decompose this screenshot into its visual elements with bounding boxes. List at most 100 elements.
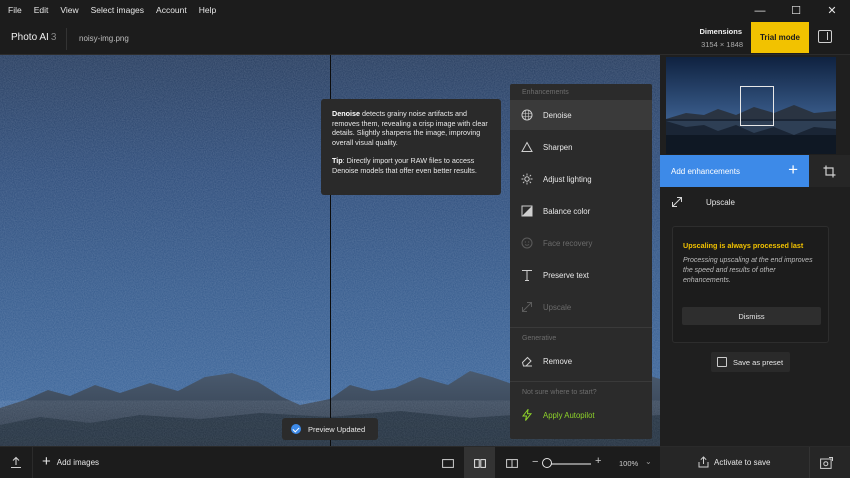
menu-edit[interactable]: Edit: [28, 0, 55, 21]
face-icon: [521, 237, 533, 249]
enh-label: Sharpen: [543, 142, 573, 152]
section-generative: Generative: [522, 335, 557, 342]
enh-item-preserve-text[interactable]: Preserve text: [510, 260, 652, 290]
enh-item-balance-color[interactable]: Balance color: [510, 196, 652, 226]
trial-mode-button[interactable]: Trial mode: [751, 22, 809, 53]
enh-item-denoise[interactable]: Denoise: [510, 100, 652, 130]
app-header: Photo AI 3 noisy-img.png Dimensions 3154 …: [0, 21, 850, 55]
side-by-side-view-button[interactable]: [464, 447, 495, 478]
enh-label: Denoise: [543, 110, 572, 120]
export-settings-icon[interactable]: [820, 457, 833, 469]
enh-item-sharpen[interactable]: Sharpen: [510, 132, 652, 162]
plus-icon: +: [42, 453, 51, 470]
section-enhancements: Enhancements: [522, 89, 569, 96]
maximize-button[interactable]: ☐: [778, 0, 814, 21]
zoom-out-icon[interactable]: −: [532, 456, 538, 468]
menu-account[interactable]: Account: [150, 0, 193, 21]
menu-bar: File Edit View Select images Account Hel…: [0, 0, 850, 21]
header-divider: [66, 28, 67, 50]
viewport-frame[interactable]: [740, 86, 774, 126]
crop-icon: [823, 165, 836, 177]
upscale-icon: [672, 197, 682, 207]
upscale-icon: [522, 302, 532, 312]
save-preset-label: Save as preset: [733, 358, 784, 367]
zoom-level[interactable]: 100%: [619, 459, 638, 468]
apply-autopilot-button[interactable]: Apply Autopilot: [510, 400, 652, 430]
denoise-tooltip: Denoise detects grainy noise artifacts a…: [321, 99, 501, 195]
menu-divider: [510, 381, 652, 382]
enh-label: Adjust lighting: [543, 174, 592, 184]
enh-item-remove[interactable]: Remove: [510, 346, 652, 376]
dimensions-label: Dimensions: [699, 27, 742, 36]
sharpen-icon: [521, 141, 533, 152]
save-bar-divider: [809, 447, 810, 478]
enhancements-menu: Enhancements Denoise Sharpen Adjust ligh…: [510, 84, 652, 439]
app-version: 3: [50, 32, 57, 43]
bottom-toolbar: + Add images − + 100% ⌄: [0, 446, 660, 478]
panel-toggle-icon[interactable]: [818, 30, 832, 43]
note-title: Upscaling is always processed last: [683, 241, 804, 250]
upload-icon[interactable]: [10, 456, 22, 469]
app-title: Photo AI 3: [11, 32, 56, 43]
menu-view[interactable]: View: [54, 0, 84, 21]
autopilot-label: Apply Autopilot: [543, 410, 595, 420]
menu-divider: [510, 327, 652, 328]
toast-label: Preview Updated: [308, 425, 366, 434]
split-view-button[interactable]: [496, 447, 527, 478]
activate-label: Activate to save: [714, 458, 771, 467]
navigator-thumbnail[interactable]: [666, 57, 836, 154]
add-images-button[interactable]: + Add images: [42, 453, 100, 470]
enh-item-face-recovery[interactable]: Face recovery: [510, 228, 652, 258]
balance-color-icon: [521, 205, 533, 217]
enh-label: Upscale: [543, 302, 572, 312]
add-images-label: Add images: [56, 457, 100, 467]
zoom-in-icon[interactable]: +: [595, 455, 601, 467]
toolbar-divider: [32, 447, 33, 478]
single-view-button[interactable]: [432, 447, 463, 478]
save-bar: Activate to save: [660, 446, 850, 478]
plus-icon: +: [788, 160, 798, 179]
chevron-down-icon[interactable]: ⌄: [645, 457, 652, 466]
enh-label: Balance color: [543, 206, 591, 216]
lightning-icon: [521, 409, 533, 421]
enh-label: Preserve text: [543, 270, 589, 280]
upscale-note-card: Upscaling is always processed last Proce…: [672, 226, 829, 343]
upscale-label: Upscale: [706, 198, 735, 207]
upscale-row[interactable]: Upscale: [660, 192, 850, 214]
dismiss-button[interactable]: Dismiss: [682, 307, 821, 325]
note-body: Processing upscaling at the end improves…: [683, 257, 813, 284]
enh-item-upscale[interactable]: Upscale: [510, 292, 652, 322]
app-name: Photo AI: [11, 32, 49, 43]
lighting-icon: [521, 173, 533, 185]
tooltip-tip-label: Tip: [332, 156, 343, 165]
crop-button[interactable]: [809, 155, 850, 187]
tooltip-title: Denoise: [332, 109, 360, 118]
close-button[interactable]: ✕: [814, 0, 850, 21]
check-circle-icon: [291, 424, 301, 434]
dimensions-value: 3154 × 1848: [701, 40, 743, 49]
denoise-icon: [521, 109, 533, 121]
tooltip-tip-body: : Directly import your RAW files to acce…: [332, 156, 477, 175]
eraser-icon: [521, 356, 532, 367]
enh-item-adjust-lighting[interactable]: Adjust lighting: [510, 164, 652, 194]
enh-label: Face recovery: [543, 238, 593, 248]
menu-select-images[interactable]: Select images: [85, 0, 150, 21]
zoom-slider-knob[interactable]: [542, 458, 552, 468]
text-icon: [522, 270, 532, 281]
menu-help[interactable]: Help: [193, 0, 222, 21]
single-view-icon: [441, 458, 454, 468]
add-enhancements-label: Add enhancements: [671, 166, 740, 176]
export-arrow-icon: [698, 456, 709, 468]
split-view-icon: [505, 458, 518, 468]
side-by-side-icon: [473, 458, 486, 468]
enh-label: Remove: [543, 356, 573, 366]
minimize-button[interactable]: —: [742, 0, 778, 21]
save-preset-button[interactable]: Save as preset: [711, 352, 790, 372]
right-panel: Add enhancements + Upscale Upscaling is …: [660, 55, 850, 446]
menu-file[interactable]: File: [0, 0, 28, 21]
save-icon: [717, 357, 727, 367]
zoom-slider[interactable]: [546, 463, 591, 465]
window-controls: — ☐ ✕: [742, 0, 850, 21]
add-enhancements-button[interactable]: Add enhancements +: [660, 155, 809, 187]
file-name: noisy-img.png: [79, 34, 129, 43]
